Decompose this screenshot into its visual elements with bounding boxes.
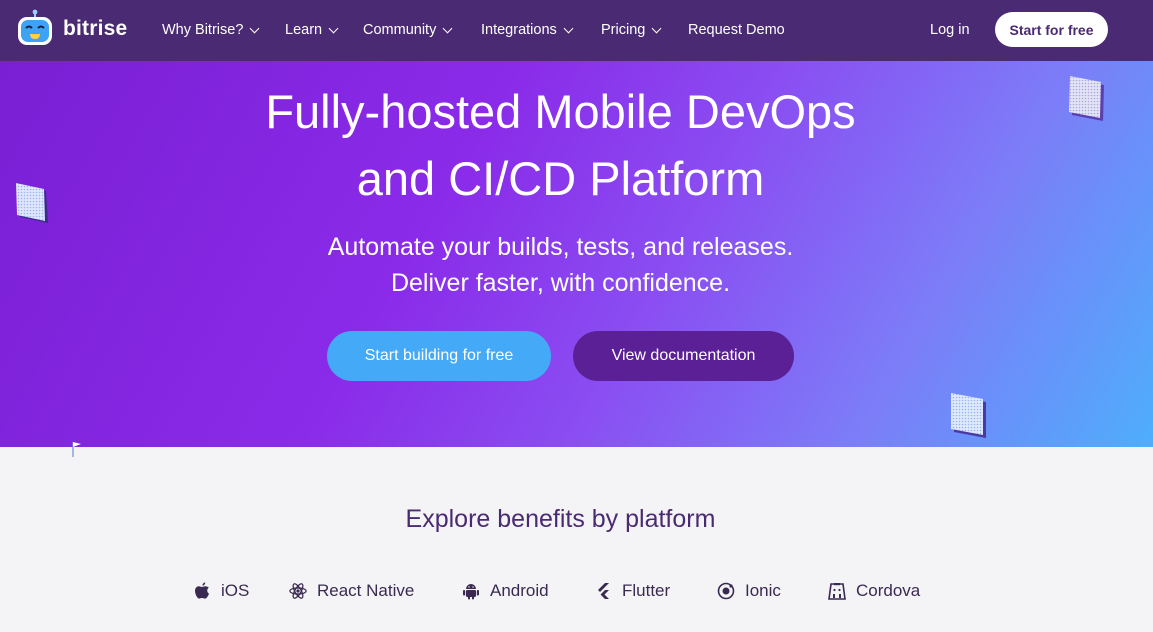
platform-react-native[interactable]: React Native <box>289 578 414 604</box>
top-navigation: bitrise Why Bitrise? Learn Community Int… <box>0 0 1153 61</box>
floating-tile-decoration <box>951 393 986 438</box>
hero-title: Fully-hosted Mobile DevOps and CI/CD Pla… <box>0 78 1121 212</box>
platform-flutter[interactable]: Flutter <box>594 578 670 604</box>
nav-why-bitrise-label: Why Bitrise? <box>162 22 244 38</box>
nav-pricing[interactable]: Pricing <box>601 19 662 41</box>
hero-subtitle-line-2: Deliver faster, with confidence. <box>390 269 731 297</box>
chevron-down-icon <box>651 23 662 33</box>
chevron-down-icon <box>563 23 574 33</box>
flag-decoration <box>72 442 81 457</box>
bitrise-logo[interactable]: bitrise <box>15 7 127 51</box>
nav-request-demo-label: Request Demo <box>688 22 785 38</box>
hero-title-line-1: Fully-hosted Mobile DevOps <box>265 85 856 138</box>
brand-name: bitrise <box>63 17 128 40</box>
apple-icon <box>193 581 211 601</box>
chevron-down-icon <box>249 23 260 33</box>
nav-integrations-label: Integrations <box>481 22 557 38</box>
nav-learn-label: Learn <box>285 22 323 38</box>
nav-request-demo[interactable]: Request Demo <box>688 19 785 41</box>
ionic-icon <box>717 581 735 601</box>
platform-ios[interactable]: iOS <box>193 578 249 604</box>
nav-community[interactable]: Community <box>363 19 453 41</box>
platform-ios-label: iOS <box>221 581 250 600</box>
chevron-down-icon <box>442 23 453 33</box>
flutter-icon <box>594 581 612 601</box>
platform-cordova[interactable]: Cordova <box>828 578 920 604</box>
platform-android[interactable]: Android <box>462 578 549 604</box>
nav-pricing-label: Pricing <box>601 22 646 38</box>
hero-subtitle-line-1: Automate your builds, tests, and release… <box>327 233 794 261</box>
platform-ionic[interactable]: Ionic <box>717 578 781 604</box>
bitrise-robot-icon <box>15 9 55 49</box>
nav-why-bitrise[interactable]: Why Bitrise? <box>162 19 260 41</box>
react-icon <box>289 581 307 601</box>
hero-subtitle: Automate your builds, tests, and release… <box>0 229 1121 301</box>
hero-title-line-2: and CI/CD Platform <box>356 152 765 205</box>
cordova-icon <box>828 581 846 601</box>
nav-integrations[interactable]: Integrations <box>481 19 574 41</box>
nav-learn[interactable]: Learn <box>285 19 339 41</box>
platform-flutter-label: Flutter <box>622 581 671 600</box>
platform-ionic-label: Ionic <box>745 581 781 600</box>
android-icon <box>462 581 480 601</box>
benefits-title: Explore benefits by platform <box>405 505 716 533</box>
view-documentation-button[interactable]: View documentation <box>573 331 794 381</box>
start-building-button[interactable]: Start building for free <box>327 331 551 381</box>
platform-cordova-label: Cordova <box>856 581 921 600</box>
start-for-free-button[interactable]: Start for free <box>995 12 1108 47</box>
platform-react-native-label: React Native <box>317 581 415 600</box>
hero-section: Fully-hosted Mobile DevOps and CI/CD Pla… <box>0 61 1153 447</box>
chevron-down-icon <box>328 23 339 33</box>
login-link[interactable]: Log in <box>930 19 970 41</box>
nav-community-label: Community <box>363 22 437 38</box>
floating-tile-decoration <box>16 183 48 223</box>
floating-tile-decoration <box>1069 76 1104 121</box>
platform-android-label: Android <box>490 581 549 600</box>
